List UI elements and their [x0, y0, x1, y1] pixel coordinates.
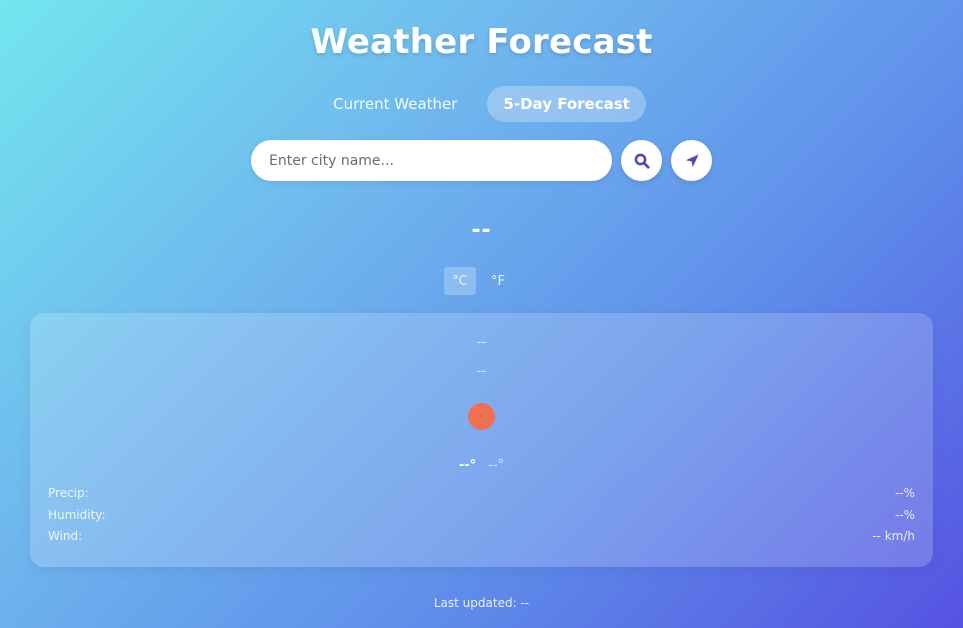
- unit-toggle: °C °F: [444, 267, 514, 295]
- temp-high: --°: [458, 458, 477, 473]
- sun-icon: [468, 403, 495, 430]
- fahrenheit-button[interactable]: °F: [482, 267, 514, 295]
- forecast-date: --: [476, 364, 487, 379]
- use-location-button[interactable]: [671, 140, 712, 181]
- wind-row: Wind: -- km/h: [48, 529, 915, 543]
- forecast-card: -- -- --° --° Precip: --% Humidity: --% …: [30, 313, 933, 567]
- tab-5-day-forecast[interactable]: 5-Day Forecast: [487, 86, 646, 122]
- humidity-label: Humidity:: [48, 508, 106, 522]
- forecast-day: --: [476, 335, 487, 350]
- humidity-row: Humidity: --%: [48, 508, 915, 522]
- temp-low: --°: [488, 458, 505, 473]
- precip-value: --%: [894, 486, 915, 500]
- wind-label: Wind:: [48, 529, 83, 543]
- search-icon: [634, 153, 650, 169]
- precip-label: Precip:: [48, 486, 89, 500]
- last-updated: Last updated: --: [433, 596, 530, 610]
- wind-value: -- km/h: [872, 529, 915, 543]
- humidity-value: --%: [894, 508, 915, 522]
- precip-row: Precip: --%: [48, 486, 915, 500]
- city-search-input[interactable]: [251, 140, 612, 181]
- city-name: --: [471, 218, 492, 243]
- search-bar: [251, 140, 712, 181]
- tab-current-weather[interactable]: Current Weather: [317, 86, 473, 122]
- search-button[interactable]: [621, 140, 662, 181]
- view-tabs: Current Weather 5-Day Forecast: [0, 86, 963, 122]
- location-arrow-icon: [685, 154, 698, 167]
- celsius-button[interactable]: °C: [444, 267, 476, 295]
- forecast-temperatures: --° --°: [30, 458, 933, 473]
- page-title: Weather Forecast: [310, 22, 653, 62]
